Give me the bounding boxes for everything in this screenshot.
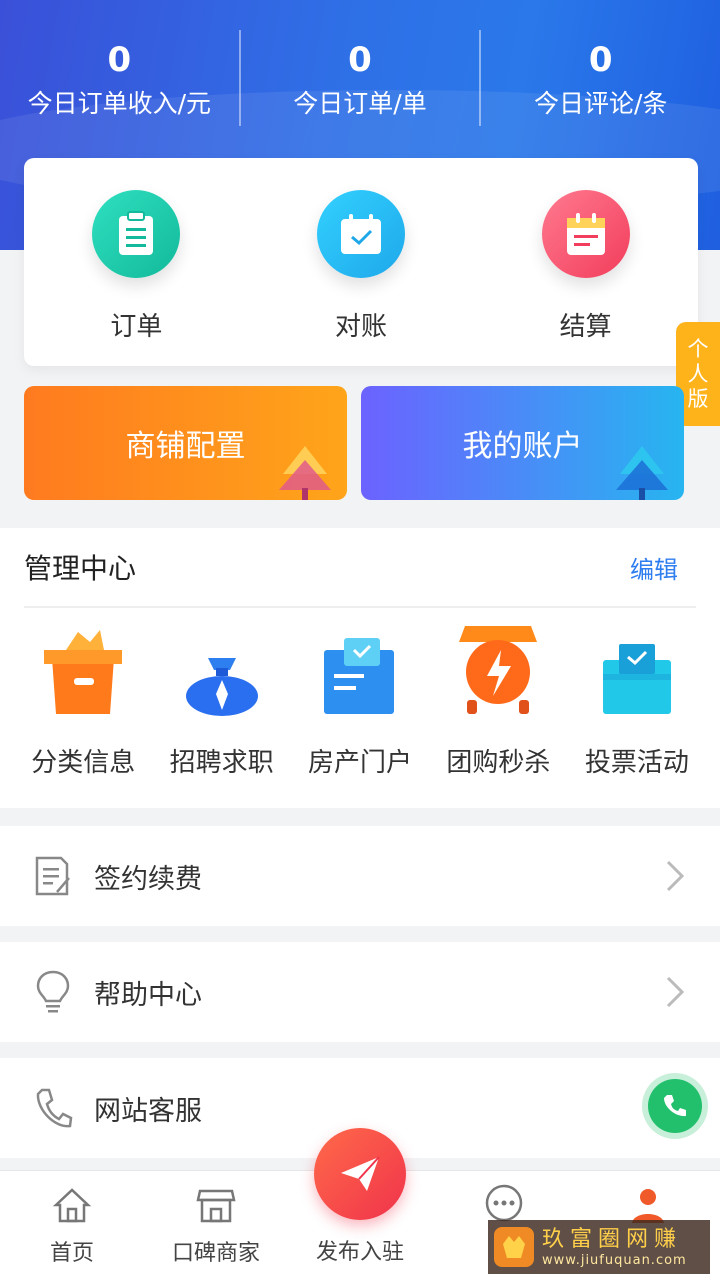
mgmt-label: 团购秒杀 [446, 748, 551, 778]
alarm-clock-icon [448, 620, 548, 716]
house-document-icon [310, 620, 410, 716]
management-center: 管理中心 编辑 分类信息 招聘求职 房产门户 团购秒杀 投票活动 [0, 528, 720, 808]
tree-icon [616, 446, 668, 500]
quick-actions-card: 订单 对账 结算 [24, 158, 698, 366]
phone-icon [28, 1083, 78, 1133]
contract-icon [28, 851, 78, 901]
list-label: 网站客服 [94, 1095, 202, 1127]
banner-label: 我的账户 [462, 429, 583, 464]
stat-value: 0 [107, 40, 132, 80]
quick-item-reconcile[interactable]: 对账 [249, 158, 474, 366]
side-tab-char: 个 [687, 336, 709, 361]
side-tab-char: 版 [687, 386, 709, 411]
call-button[interactable] [648, 1079, 702, 1133]
money-bag-icon [172, 620, 272, 716]
mgmt-item-groupbuy[interactable]: 团购秒杀 [429, 620, 567, 800]
box-icon [33, 620, 133, 716]
watermark-logo-icon [494, 1227, 534, 1267]
edit-link[interactable]: 编辑 [630, 550, 678, 585]
stats-bar: 0 今日订单收入/元 0 今日订单/单 0 今日评论/条 [0, 30, 720, 130]
quick-item-order[interactable]: 订单 [24, 158, 249, 366]
mgmt-item-classified[interactable]: 分类信息 [14, 620, 152, 800]
mgmt-label: 分类信息 [31, 748, 136, 778]
stat-order-income[interactable]: 0 今日订单收入/元 [0, 30, 239, 130]
list-label: 签约续费 [94, 863, 202, 895]
stat-label: 今日订单/单 [293, 89, 427, 118]
mgmt-label: 投票活动 [584, 748, 689, 778]
watermark-title: 玖富圈网赚 [542, 1226, 683, 1252]
paper-plane-icon [341, 1156, 380, 1191]
phone-icon [664, 1095, 686, 1117]
order-clipboard-icon [92, 190, 181, 278]
stat-value: 0 [348, 40, 372, 80]
shop-config-button[interactable]: 商铺配置 [24, 386, 347, 500]
tab-label: 首页 [49, 1241, 94, 1266]
publish-button[interactable] [314, 1128, 406, 1220]
store-icon [194, 1183, 238, 1227]
chevron-right-icon [666, 976, 685, 1008]
tab-merchants[interactable]: 口碑商家 [144, 1171, 288, 1280]
quick-label: 订单 [110, 312, 163, 342]
quick-label: 结算 [559, 312, 612, 342]
tab-home[interactable]: 首页 [0, 1171, 144, 1280]
banner-label: 商铺配置 [125, 429, 246, 464]
tree-icon [279, 446, 331, 500]
my-account-button[interactable]: 我的账户 [361, 386, 684, 500]
quick-item-settlement[interactable]: 结算 [473, 158, 698, 366]
ballot-box-icon [587, 620, 687, 716]
tab-label: 口碑商家 [171, 1241, 260, 1266]
lightbulb-icon [28, 967, 78, 1017]
watermark-url: www.jiufuquan.com [542, 1252, 687, 1268]
stat-order-count[interactable]: 0 今日订单/单 [241, 30, 480, 130]
stat-label: 今日订单收入/元 [27, 89, 212, 118]
mgmt-label: 房产门户 [308, 748, 413, 778]
publish-label: 发布入驻 [315, 1240, 404, 1265]
stat-value: 0 [588, 40, 613, 80]
home-icon [50, 1183, 94, 1227]
side-tab-char: 人 [687, 361, 709, 386]
stat-review-count[interactable]: 0 今日评论/条 [481, 30, 720, 130]
management-grid: 分类信息 招聘求职 房产门户 团购秒杀 投票活动 [0, 620, 720, 800]
management-title: 管理中心 [24, 552, 137, 585]
stat-label: 今日评论/条 [533, 89, 668, 118]
list-label: 帮助中心 [94, 979, 202, 1011]
mgmt-item-realestate[interactable]: 房产门户 [291, 620, 429, 800]
management-header: 管理中心 编辑 [24, 528, 696, 608]
list-row-renewal[interactable]: 签约续费 [0, 826, 720, 926]
list-row-help[interactable]: 帮助中心 [0, 942, 720, 1042]
quick-label: 对账 [335, 312, 388, 342]
watermark: 玖富圈网赚 www.jiufuquan.com [488, 1220, 710, 1274]
watermark-text: 玖富圈网赚 www.jiufuquan.com [542, 1227, 687, 1268]
chevron-right-icon [666, 860, 685, 892]
notepad-icon [541, 190, 630, 278]
mgmt-label: 招聘求职 [169, 748, 274, 778]
mgmt-item-voting[interactable]: 投票活动 [568, 620, 706, 800]
calendar-check-icon [317, 190, 405, 278]
mgmt-item-recruitment[interactable]: 招聘求职 [152, 620, 290, 800]
